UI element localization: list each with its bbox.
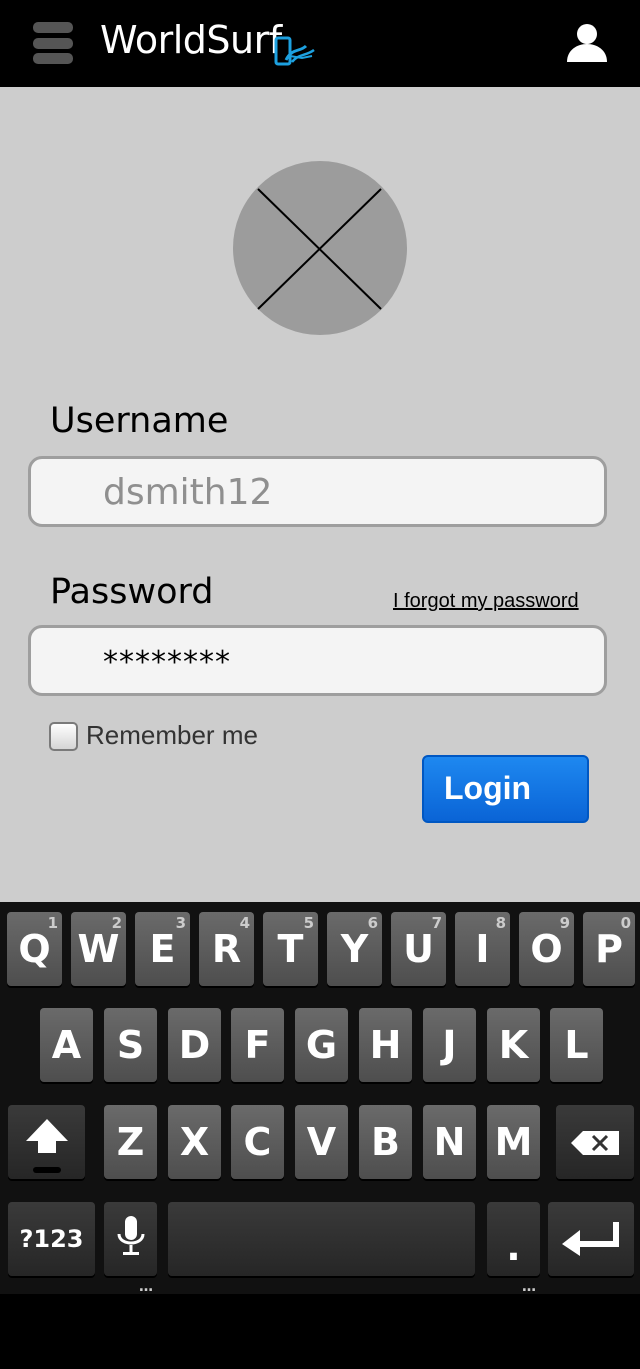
remember-me-checkbox[interactable] [49, 722, 78, 751]
user-icon[interactable] [565, 22, 609, 62]
key-l[interactable]: L [550, 1008, 603, 1082]
username-label: Username [50, 401, 229, 441]
enter-icon [562, 1222, 619, 1256]
password-label: Password [50, 572, 214, 612]
key-x[interactable]: X [168, 1105, 221, 1179]
on-screen-keyboard: Q1 W2 E3 R4 T5 Y6 U7 I8 O9 P0 A S D F G … [0, 902, 640, 1294]
key-n[interactable]: N [423, 1105, 476, 1179]
backspace-icon [571, 1131, 619, 1155]
symbols-key[interactable]: ?123 [8, 1202, 95, 1276]
key-j[interactable]: J [423, 1008, 476, 1082]
shift-icon [26, 1119, 68, 1173]
backspace-key[interactable] [556, 1105, 634, 1179]
system-nav-bar [0, 1294, 640, 1369]
key-r[interactable]: R4 [199, 912, 254, 986]
key-q[interactable]: Q1 [7, 912, 62, 986]
key-g[interactable]: G [295, 1008, 348, 1082]
key-s[interactable]: S [104, 1008, 157, 1082]
key-h[interactable]: H [359, 1008, 412, 1082]
period-key[interactable]: . … [487, 1202, 540, 1294]
key-k[interactable]: K [487, 1008, 540, 1082]
hamburger-icon[interactable] [33, 22, 73, 64]
username-value: dsmith12 [103, 472, 273, 513]
key-a[interactable]: A [40, 1008, 93, 1082]
key-t[interactable]: T5 [263, 912, 318, 986]
app-title: WorldSurf [100, 18, 282, 62]
mic-key[interactable]: … [104, 1202, 157, 1294]
password-value: ******** [103, 645, 231, 680]
key-v[interactable]: V [295, 1105, 348, 1179]
key-e[interactable]: E3 [135, 912, 190, 986]
username-field[interactable]: dsmith12 [28, 456, 607, 527]
key-y[interactable]: Y6 [327, 912, 382, 986]
shift-key[interactable] [8, 1105, 85, 1179]
key-o[interactable]: O9 [519, 912, 574, 986]
app-header: WorldSurf [0, 0, 640, 87]
key-d[interactable]: D [168, 1008, 221, 1082]
key-w[interactable]: W2 [71, 912, 126, 986]
space-key[interactable] [168, 1202, 475, 1276]
key-f[interactable]: F [231, 1008, 284, 1082]
login-button-label: Login [444, 770, 532, 806]
avatar-placeholder-icon [233, 161, 407, 335]
key-m[interactable]: M [487, 1105, 540, 1179]
key-z[interactable]: Z [104, 1105, 157, 1179]
key-c[interactable]: C [231, 1105, 284, 1179]
login-form-area: Username dsmith12 Password I forgot my p… [0, 87, 640, 902]
key-b[interactable]: B [359, 1105, 412, 1179]
enter-key[interactable] [548, 1202, 634, 1276]
key-p[interactable]: P0 [583, 912, 635, 986]
password-field[interactable]: ******** [28, 625, 607, 696]
key-u[interactable]: U7 [391, 912, 446, 986]
microphone-icon [117, 1216, 145, 1255]
forgot-password-link[interactable]: I forgot my password [393, 590, 579, 613]
login-button[interactable]: Login [422, 755, 589, 823]
logo-icon [274, 36, 315, 66]
remember-me-label: Remember me [86, 720, 258, 750]
key-i[interactable]: I8 [455, 912, 510, 986]
